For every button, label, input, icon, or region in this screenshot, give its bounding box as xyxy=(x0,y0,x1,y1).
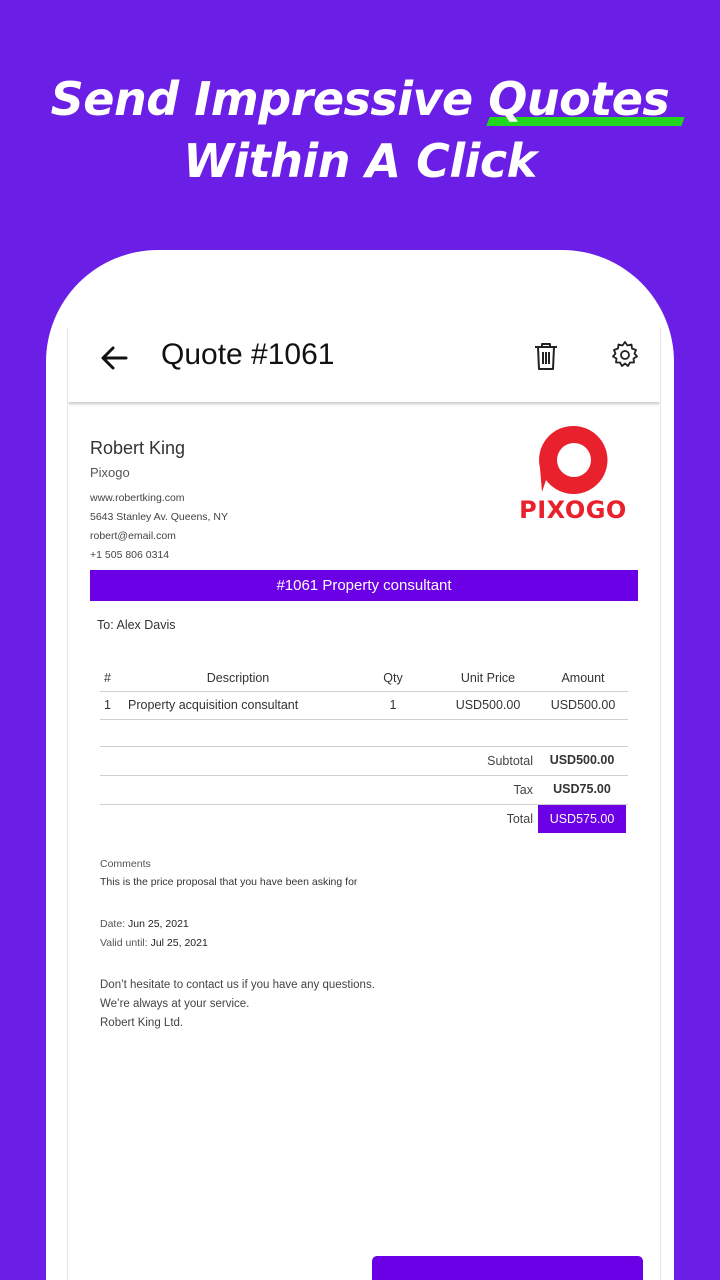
valid-until: Valid until: Jul 25, 2021 xyxy=(100,937,208,949)
logo-text: PIXOGO xyxy=(519,496,627,524)
valid-label: Valid until: xyxy=(100,937,148,949)
row-qty: 1 xyxy=(348,691,438,720)
arrow-back-icon[interactable] xyxy=(98,342,130,374)
recipient-name: Alex Davis xyxy=(116,618,176,632)
totals-section: Subtotal USD500.00 Tax USD75.00 Total US… xyxy=(100,746,628,833)
headline-line-2: Within A Click xyxy=(183,134,537,188)
column-header: Qty xyxy=(348,666,438,692)
business-phone: +1 505 806 0314 xyxy=(90,549,170,561)
column-header: # xyxy=(100,666,128,692)
app-screen: Quote #1061 Robert King Pixogo www.rober… xyxy=(68,328,660,1280)
quote-banner: #1061 Property consultant xyxy=(90,570,638,601)
quote-date: Date: Jun 25, 2021 xyxy=(100,918,189,930)
page-title: Quote #1061 xyxy=(161,338,335,371)
promo-headline: Send Impressive Quotes Within A Click xyxy=(0,68,720,192)
date-value: Jun 25, 2021 xyxy=(128,918,189,930)
tax-row: Tax USD75.00 xyxy=(100,775,628,804)
date-label: Date: xyxy=(100,918,126,930)
gear-icon[interactable] xyxy=(610,340,640,370)
column-header: Amount xyxy=(538,666,628,692)
headline-line-1: Send Impressive Quotes xyxy=(0,68,720,130)
tax-label: Tax xyxy=(513,783,533,797)
comments-text: This is the price proposal that you have… xyxy=(100,876,358,888)
tax-value: USD75.00 xyxy=(553,782,611,796)
logo-mark-icon xyxy=(539,425,608,494)
headline-text: Send Impressive xyxy=(50,72,489,126)
subtotal-label: Subtotal xyxy=(487,754,533,768)
total-label: Total xyxy=(506,812,533,826)
items-table: # Description Qty Unit Price Amount 1 Pr… xyxy=(100,666,628,720)
total-value: USD575.00 xyxy=(538,805,626,833)
row-number: 1 xyxy=(100,691,128,720)
footer-line: We’re always at your service. xyxy=(100,998,250,1010)
footer-line: Don’t hesitate to contact us if you have… xyxy=(100,979,375,991)
row-amount: USD500.00 xyxy=(538,691,628,720)
total-row: Total USD575.00 xyxy=(100,804,628,833)
recipient: To: Alex Davis xyxy=(97,618,176,632)
trash-icon[interactable] xyxy=(532,340,560,372)
app-bar: Quote #1061 xyxy=(68,328,660,402)
business-email: robert@email.com xyxy=(90,530,176,542)
column-header: Unit Price xyxy=(438,666,538,692)
table-row[interactable]: 1 Property acquisition consultant 1 USD5… xyxy=(100,691,628,720)
subtotal-value: USD500.00 xyxy=(549,753,615,767)
business-header: Robert King Pixogo www.robertking.com 56… xyxy=(90,425,638,561)
headline-highlight: Quotes xyxy=(488,68,670,130)
company-logo: PIXOGO xyxy=(518,425,628,526)
column-header: Description xyxy=(128,666,348,692)
table-header-row: # Description Qty Unit Price Amount xyxy=(100,666,628,692)
footer-line: Robert King Ltd. xyxy=(100,1017,184,1029)
row-description: Property acquisition consultant xyxy=(128,691,348,720)
comments-label: Comments xyxy=(100,858,151,870)
action-button[interactable] xyxy=(372,1256,643,1280)
recipient-label: To: xyxy=(97,618,114,632)
subtotal-row: Subtotal USD500.00 xyxy=(100,746,628,775)
row-unit-price: USD500.00 xyxy=(438,691,538,720)
valid-value: Jul 25, 2021 xyxy=(150,937,208,949)
